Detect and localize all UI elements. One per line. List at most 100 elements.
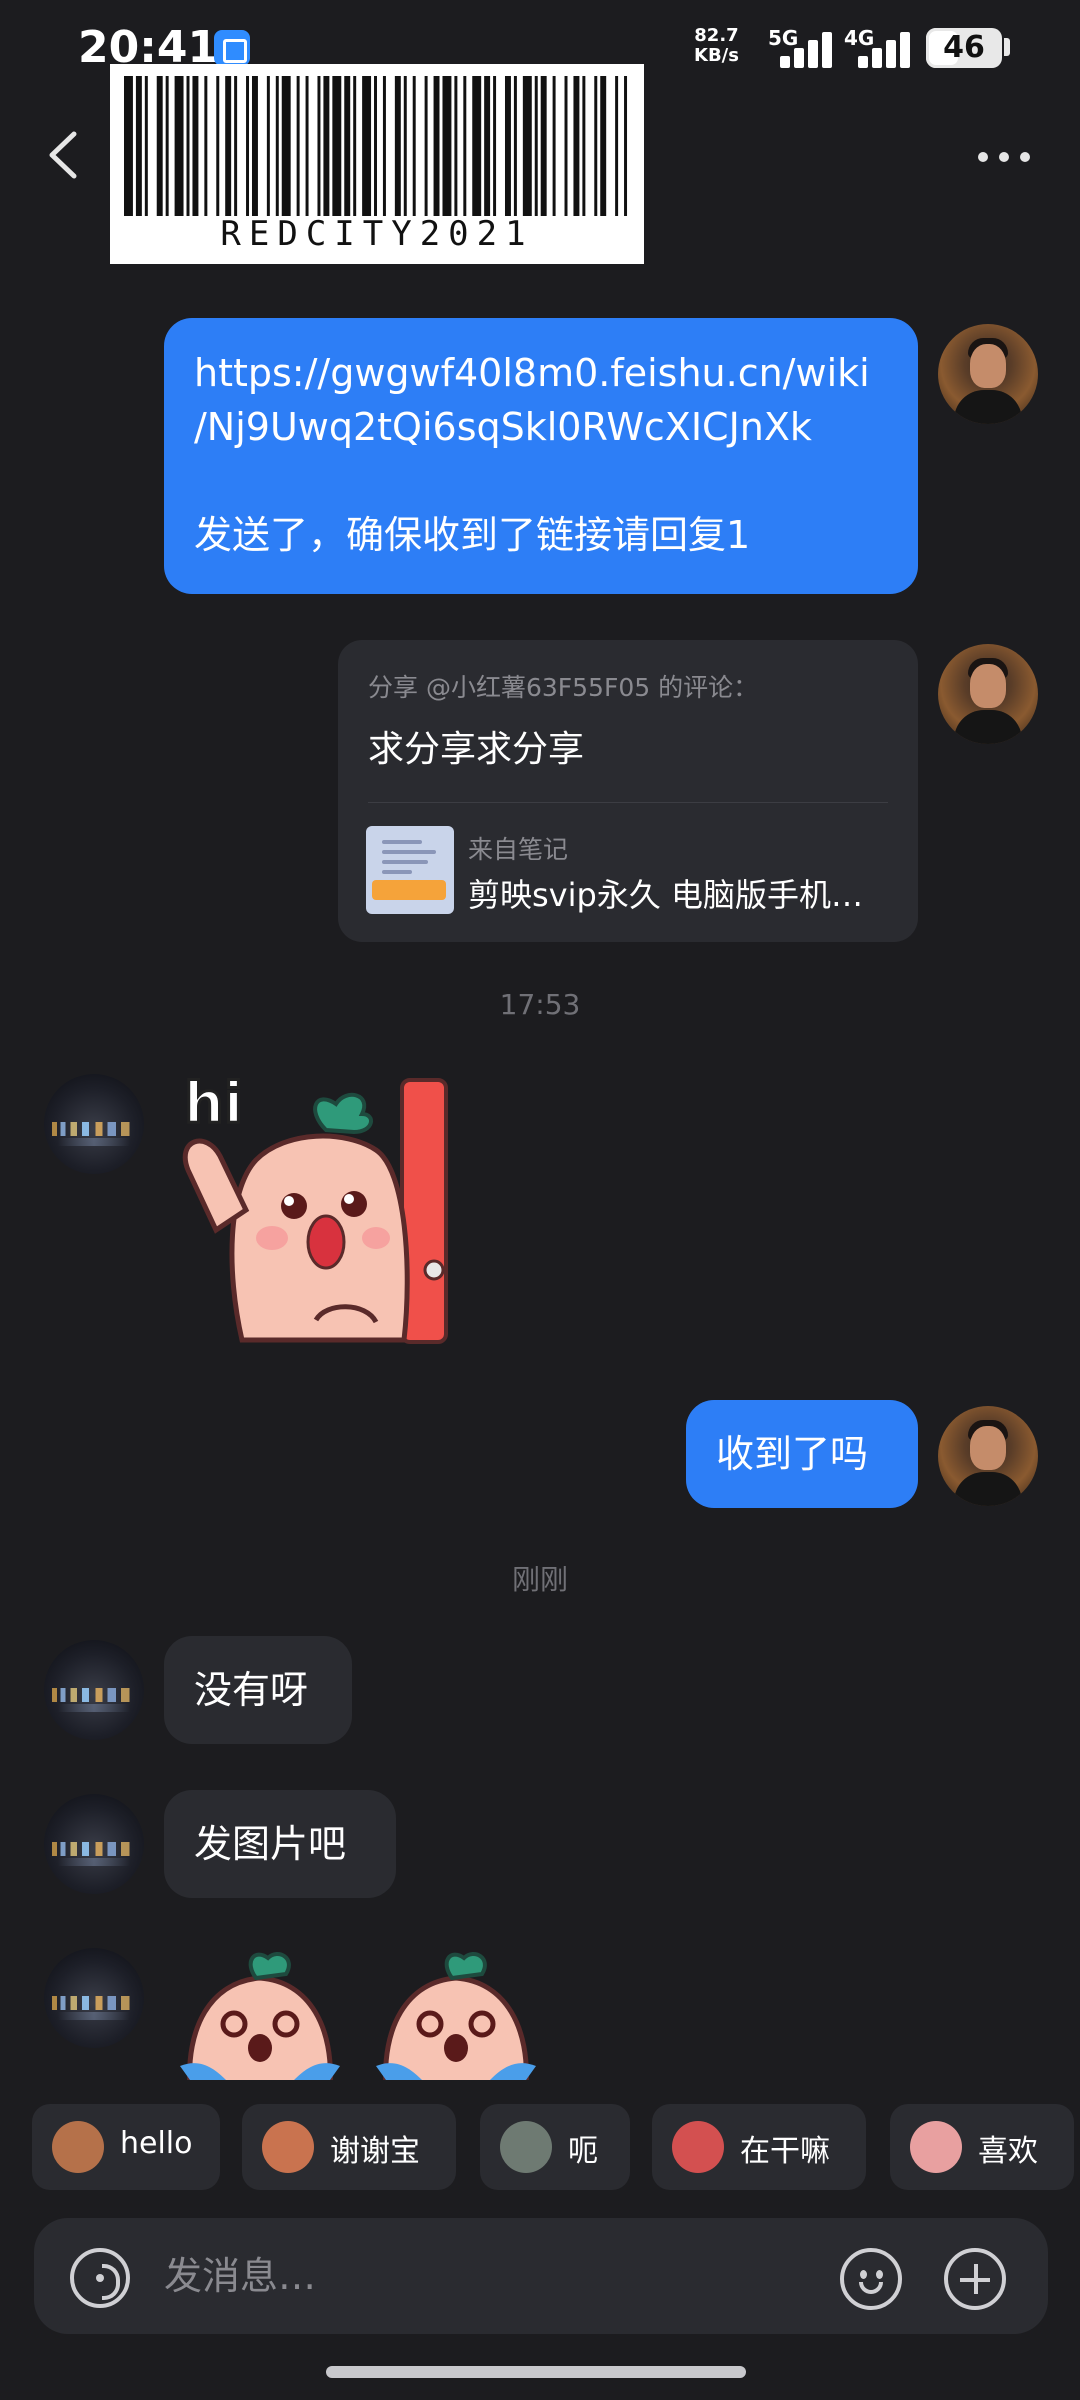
barcode-bar [135, 76, 142, 216]
quick-reply-label: hello [120, 2126, 193, 2161]
avatar-other[interactable] [44, 1948, 144, 2048]
barcode-bar [225, 76, 232, 216]
share-header: 分享 @小红薯63F55F05 的评论： [368, 673, 759, 702]
received-message-bubble[interactable]: 发图片吧 [164, 1790, 396, 1898]
barcode-bar [394, 76, 401, 216]
quick-reply-what-doing[interactable]: 在干嘛 [652, 2104, 866, 2190]
barcode-bar [353, 76, 357, 216]
quick-reply-label: 在干嘛 [740, 2134, 830, 2169]
share-body: 求分享求分享 [368, 729, 585, 770]
monkey-emoji-icon [52, 2121, 104, 2173]
barcode-bar [275, 76, 279, 216]
barcode-bar [582, 76, 586, 216]
share-source-label: 来自笔记 [468, 835, 569, 864]
avatar-self[interactable] [938, 324, 1038, 424]
quick-reply-hello[interactable]: hello [32, 2104, 220, 2190]
emoji-icon[interactable] [840, 2248, 902, 2310]
battery-tip [1004, 38, 1010, 56]
link-text-line-2[interactable]: /Nj9Uwq2tQi6sqSkl0RWcXICJnXk [194, 400, 888, 454]
avatar-self[interactable] [938, 1406, 1038, 1506]
network-speed-value: 82.7 [694, 25, 739, 46]
barcode-bar [594, 76, 598, 216]
avatar-other[interactable] [44, 1640, 144, 1740]
battery-level-text: 46 [943, 30, 985, 65]
heart-emoji-icon [910, 2121, 962, 2173]
barcode-bar [564, 76, 568, 216]
network-speed: 82.7 KB/s [694, 26, 739, 66]
message-input[interactable] [164, 2246, 724, 2306]
barcode-bar [332, 76, 342, 216]
quick-reply-label: 呃 [568, 2134, 598, 2169]
chevron-left-icon [49, 131, 77, 179]
voice-input-icon[interactable] [70, 2248, 130, 2308]
barcode-bar [382, 76, 386, 216]
shared-comment-card[interactable]: 分享 @小红薯63F55F05 的评论： 求分享求分享 来自笔记 剪映svip永… [338, 640, 918, 942]
avatar-other[interactable] [44, 1074, 144, 1174]
barcode-bar [463, 76, 467, 216]
barcode-bar [174, 76, 184, 216]
sent-message-link[interactable]: https://gwgwf40l8m0.feishu.cn/wiki /Nj9U… [164, 318, 918, 594]
barcode-bar [374, 76, 377, 216]
barcode-text: REDCITY2021 [220, 214, 534, 254]
barcode-bar [362, 76, 372, 216]
cat-emoji-icon [500, 2121, 552, 2173]
barcode-bar [513, 76, 517, 216]
avatar-self[interactable] [938, 644, 1038, 744]
quick-reply-label: 喜欢 [978, 2134, 1038, 2169]
barcode-bar [484, 76, 491, 216]
sent-message-bubble[interactable]: 收到了吗 [686, 1400, 918, 1508]
barcode-bar [442, 76, 452, 216]
network-speed-unit: KB/s [694, 45, 739, 66]
note-thumbnail [366, 826, 454, 914]
sticker-crying[interactable] [170, 1948, 560, 2080]
barcode-bar [534, 76, 538, 216]
barcode-bar [424, 76, 428, 216]
thanks-emoji-icon [262, 2121, 314, 2173]
barcode-bar [433, 76, 440, 216]
barcode-bar [472, 76, 482, 216]
barcode-bar [234, 76, 238, 216]
sent-message-text: 发送了，确保收到了链接请回复1 [194, 513, 751, 557]
timestamp: 刚刚 [511, 1563, 568, 1596]
barcode-bar [251, 76, 258, 216]
barcode-bar [504, 76, 511, 216]
barcode-bar [493, 76, 497, 216]
quick-reply-like[interactable]: 喜欢 [890, 2104, 1074, 2190]
received-message-text: 没有呀 [194, 1668, 309, 1712]
app-notification-icon [214, 30, 250, 66]
barcode-bar [540, 76, 547, 216]
avatar-other[interactable] [44, 1794, 144, 1894]
home-indicator[interactable] [326, 2366, 746, 2378]
barcode-bar [204, 76, 208, 216]
more-options-button[interactable] [972, 130, 1036, 180]
message-composer [34, 2218, 1048, 2334]
barcode-bar [600, 76, 607, 216]
sticker-hi[interactable]: hi [176, 1070, 456, 1350]
barcode-bar [615, 76, 619, 216]
plus-icon[interactable] [944, 2248, 1006, 2310]
received-message-bubble[interactable]: 没有呀 [164, 1636, 352, 1744]
barcode-bar [216, 76, 220, 216]
barcode-bar [156, 76, 163, 216]
barcode-bar [344, 76, 351, 216]
barcode-bar [124, 76, 133, 216]
sticker-hi-text: hi [184, 1071, 243, 1136]
quick-reply-uh[interactable]: 呃 [480, 2104, 630, 2190]
barcode-bar [403, 76, 407, 216]
barcode-bar [317, 76, 321, 216]
barcode-bar [296, 76, 300, 216]
crying-peach-sticker [180, 1952, 536, 2080]
barcode-bar [573, 76, 580, 216]
barcode-bar [412, 76, 416, 216]
back-button[interactable] [40, 120, 90, 190]
barcode-bar [144, 76, 148, 216]
question-emoji-icon [672, 2121, 724, 2173]
quick-reply-thanks[interactable]: 谢谢宝 [242, 2104, 456, 2190]
link-text-line-1[interactable]: https://gwgwf40l8m0.feishu.cn/wiki [194, 346, 888, 400]
barcode-bar [192, 76, 199, 216]
barcode-bar [323, 76, 330, 216]
barcode-bars [124, 76, 628, 216]
barcode-bar [454, 76, 458, 216]
quick-reply-label: 谢谢宝 [330, 2134, 420, 2169]
barcode-bar [522, 76, 532, 216]
